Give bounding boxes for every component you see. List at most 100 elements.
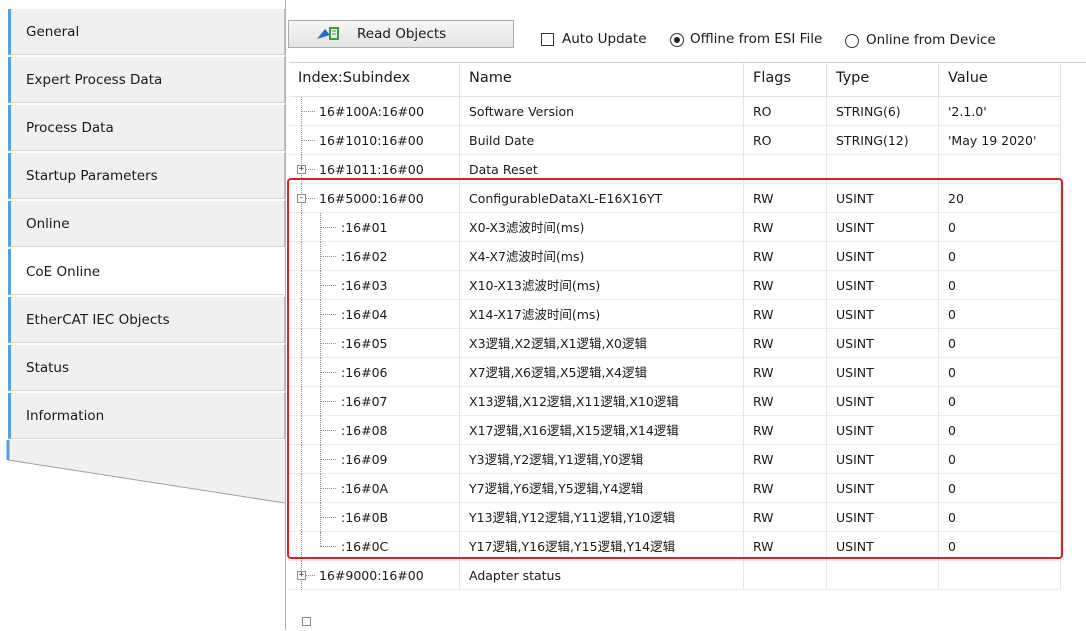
table-row[interactable]: :16#02 X4-X7滤波时间(ms) RW USINT 0 [289,242,1086,271]
row-flags-cell: RW [744,184,827,213]
tree-connector [320,285,336,286]
expand-icon[interactable] [302,617,311,626]
table-row[interactable]: :16#0C Y17逻辑,Y16逻辑,Y15逻辑,Y14逻辑 RW USINT 0 [289,532,1086,561]
tab-startup-parameters[interactable]: Startup Parameters [8,153,285,199]
tree-connector [301,416,302,445]
row-type-cell: USINT [827,387,939,416]
offline-from-esi-radio[interactable] [670,33,684,47]
row-value-cell: 0 [939,300,1061,329]
row-type-cell: STRING(12) [827,126,939,155]
table-row[interactable]: :16#03 X10-X13滤波时间(ms) RW USINT 0 [289,271,1086,300]
tree-connector [320,546,336,547]
expand-icon[interactable]: + [297,165,306,174]
read-objects-label: Read Objects [357,26,447,42]
row-name-cell: X3逻辑,X2逻辑,X1逻辑,X0逻辑 [459,329,744,358]
tree-connector [301,111,315,112]
row-flags-cell: RO [744,97,827,126]
table-row[interactable]: :16#08 X17逻辑,X16逻辑,X15逻辑,X14逻辑 RW USINT 0 [289,416,1086,445]
table-row[interactable]: 16#5000:16#00 ConfigurableDataXL-E16X16YT… [289,184,1086,213]
column-header-type[interactable]: Type [827,63,939,96]
row-name-cell: X0-X3滤波时间(ms) [459,213,744,242]
tree-connector [301,213,302,242]
tree-connector [301,140,315,141]
tree-connector [301,97,302,126]
row-value-cell: 20 [939,184,1061,213]
row-index-cell: :16#06 [289,358,459,387]
table-row[interactable]: :16#04 X14-X17滤波时间(ms) RW USINT 0 [289,300,1086,329]
tab-ethercat-iec-objects[interactable]: EtherCAT IEC Objects [8,297,285,343]
row-index-cell: :16#0A [289,474,459,503]
table-row[interactable]: 16#1011:16#00 Data Reset + [289,155,1086,184]
column-header-value[interactable]: Value [939,63,1061,96]
table-row[interactable]: :16#06 X7逻辑,X6逻辑,X5逻辑,X4逻辑 RW USINT 0 [289,358,1086,387]
row-type-cell: USINT [827,242,939,271]
row-value-cell: 0 [939,242,1061,271]
row-flags-cell: RW [744,387,827,416]
tree-connector [320,445,321,474]
table-row[interactable]: :16#05 X3逻辑,X2逻辑,X1逻辑,X0逻辑 RW USINT 0 [289,329,1086,358]
table-row[interactable]: :16#07 X13逻辑,X12逻辑,X11逻辑,X10逻辑 RW USINT 0 [289,387,1086,416]
row-flags-cell: RW [744,445,827,474]
tab-status[interactable]: Status [8,345,285,391]
row-flags-cell: RW [744,416,827,445]
row-flags-cell [744,155,827,184]
table-row[interactable]: :16#01 X0-X3滤波时间(ms) RW USINT 0 [289,213,1086,242]
vertical-scroll-area[interactable] [1061,63,1086,631]
tab-online[interactable]: Online [8,201,285,247]
row-flags-cell: RW [744,503,827,532]
table-row[interactable]: 16#1010:16#00 Build Date RO STRING(12) 'May … [289,126,1086,155]
tab-coe-online[interactable]: CoE Online [8,249,285,295]
tree-connector [320,459,336,460]
auto-update-checkbox[interactable] [541,33,554,46]
row-type-cell: USINT [827,358,939,387]
row-type-cell [827,561,939,590]
tab-general[interactable]: General [8,9,285,55]
tab-information[interactable]: Information [8,393,285,439]
collapse-icon[interactable]: - [297,194,306,203]
column-header-flags[interactable]: Flags [744,63,827,96]
row-flags-cell: RW [744,358,827,387]
table-row[interactable]: :16#0B Y13逻辑,Y12逻辑,Y11逻辑,Y10逻辑 RW USINT 0 [289,503,1086,532]
tree-connector [320,300,321,329]
read-objects-button[interactable]: Read Objects [288,20,514,48]
table-row[interactable]: 16#100A:16#00 Software Version RO STRING(6)… [289,97,1086,126]
table-row[interactable]: :16#0A Y7逻辑,Y6逻辑,Y5逻辑,Y4逻辑 RW USINT 0 [289,474,1086,503]
row-name-cell: Y17逻辑,Y16逻辑,Y15逻辑,Y14逻辑 [459,532,744,561]
row-index-cell: :16#01 [289,213,459,242]
offline-from-esi-label: Offline from ESI File [690,31,823,47]
tree-connector [320,401,336,402]
tree-connector [320,358,321,387]
column-header-index[interactable]: Index:Subindex [289,63,460,96]
tree-connector [320,532,321,546]
online-from-device-radio[interactable] [845,34,859,48]
row-name-cell: Build Date [459,126,744,155]
object-table: Index:Subindex Name Flags Type Value 16#… [289,62,1086,631]
row-type-cell: STRING(6) [827,97,939,126]
row-name-cell: X4-X7滤波时间(ms) [459,242,744,271]
row-type-cell: USINT [827,300,939,329]
row-flags-cell: RO [744,126,827,155]
expand-icon[interactable]: + [297,571,306,580]
row-name-cell: Y7逻辑,Y6逻辑,Y5逻辑,Y4逻辑 [459,474,744,503]
toolbar: Read Objects Auto Update Offline from ES… [286,12,1086,52]
row-index-cell: :16#0C [289,532,459,561]
table-row-cutoff [289,617,1059,630]
auto-update-label: Auto Update [562,31,647,47]
column-header-name[interactable]: Name [460,63,744,96]
table-row[interactable]: 16#9000:16#00 Adapter status + [289,561,1086,590]
row-value-cell [939,155,1061,184]
tree-connector [320,372,336,373]
row-name-cell: Software Version [459,97,744,126]
row-value-cell: 0 [939,271,1061,300]
row-name-cell: Y13逻辑,Y12逻辑,Y11逻辑,Y10逻辑 [459,503,744,532]
row-value-cell: 0 [939,213,1061,242]
tree-connector [301,126,302,155]
row-flags-cell: RW [744,242,827,271]
row-type-cell: USINT [827,271,939,300]
tree-connector [320,271,321,300]
tree-connector [320,329,321,358]
tab-expert-process-data[interactable]: Expert Process Data [8,57,285,103]
row-type-cell: USINT [827,503,939,532]
table-row[interactable]: :16#09 Y3逻辑,Y2逻辑,Y1逻辑,Y0逻辑 RW USINT 0 [289,445,1086,474]
tab-process-data[interactable]: Process Data [8,105,285,151]
